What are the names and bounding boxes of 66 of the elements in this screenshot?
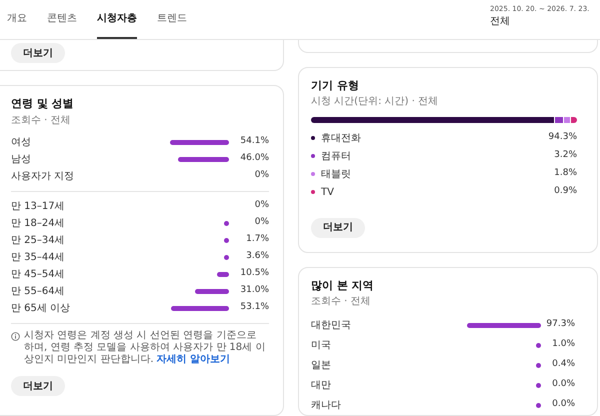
percent-value: 10.5%	[239, 267, 269, 280]
card-subtitle: 시청 시간(단위: 시간) · 전체	[311, 95, 440, 109]
row-label: 일본	[311, 358, 332, 372]
bar	[178, 156, 229, 162]
more-button[interactable]: 더보기	[311, 218, 365, 238]
percent-value: 0.0%	[551, 398, 575, 412]
row-label: 만 25–34세	[11, 234, 66, 248]
row-label: 만 55–64세	[11, 284, 66, 298]
row-label: 만 18–24세	[11, 216, 66, 230]
info-icon	[11, 332, 20, 340]
row-label: 대만	[311, 378, 332, 392]
bar	[224, 254, 229, 260]
percent-value: 97.3%	[545, 318, 575, 332]
percent-value: 94.3%	[548, 131, 577, 144]
percent-value: 46.0%	[239, 152, 269, 166]
row-label: 남성	[11, 152, 32, 166]
card-subtitle: 조회수 · 전체	[11, 114, 72, 128]
row-label: 사용자가 지정	[11, 170, 76, 184]
percent-value: 0.4%	[551, 358, 575, 372]
date-filter-value[interactable]: 전체	[490, 14, 590, 29]
card-title: 많이 본 지역	[311, 278, 375, 294]
percent-value: 31.0%	[239, 284, 269, 298]
device-label: 휴대전화	[321, 132, 362, 146]
bar	[224, 220, 229, 226]
percent-value: 0.9%	[554, 185, 577, 198]
bar	[170, 140, 229, 144]
more-button[interactable]: 더보기	[11, 376, 65, 396]
row-label: 여성	[11, 136, 32, 150]
device-label: 컴퓨터	[321, 150, 352, 164]
percent-value: 0%	[254, 216, 269, 230]
row-label: 만 65세 이상	[11, 302, 72, 316]
percent-value: 0%	[254, 169, 269, 182]
bar	[170, 306, 229, 310]
percent-value: 1.7%	[245, 233, 269, 246]
tab[interactable]: 콘텐츠	[47, 7, 77, 39]
row-label: 만 13–17세	[11, 200, 66, 214]
device-label: TV	[321, 186, 335, 200]
percent-value: 1.8%	[554, 167, 577, 180]
tab[interactable]: 트렌드	[157, 7, 187, 39]
row-label: 대한민국	[311, 318, 352, 332]
row-label: 캐나다	[311, 398, 342, 412]
bar	[536, 402, 541, 408]
percent-value: 3.2%	[554, 149, 577, 162]
info-note: 시청자 연령은 계정 생성 시 선언된 연령을 기준으로 하며, 연령 추정 모델을 사용하여 사용자가 만 18세 이상인지 미만인지 판단합니다. 자세히 알아보기	[24, 330, 266, 366]
card-subtitle: 조회수 · 전체	[311, 295, 372, 309]
percent-value: 0%	[254, 199, 269, 212]
bar	[536, 362, 541, 368]
row-label: 만 35–44세	[11, 250, 66, 264]
bar	[224, 238, 229, 242]
percent-value: 54.1%	[239, 135, 269, 148]
percent-value: 3.6%	[245, 250, 269, 264]
bar	[536, 342, 541, 348]
bar	[194, 288, 229, 294]
bar	[217, 272, 229, 276]
percent-value: 1.0%	[551, 338, 575, 352]
card-title: 기기 유형	[311, 78, 360, 94]
more-button[interactable]: 더보기	[11, 43, 65, 63]
row-label: 미국	[311, 338, 332, 352]
percent-value: 0.0%	[551, 378, 575, 392]
learn-more-link[interactable]: 자세히 알아보기	[156, 354, 230, 364]
card-title: 연령 및 성별	[11, 96, 75, 112]
percent-value: 53.1%	[239, 301, 269, 314]
bar	[536, 382, 541, 388]
tab[interactable]: 개요	[7, 7, 27, 39]
device-label: 태블릿	[321, 168, 352, 182]
row-label: 만 45–54세	[11, 268, 66, 282]
